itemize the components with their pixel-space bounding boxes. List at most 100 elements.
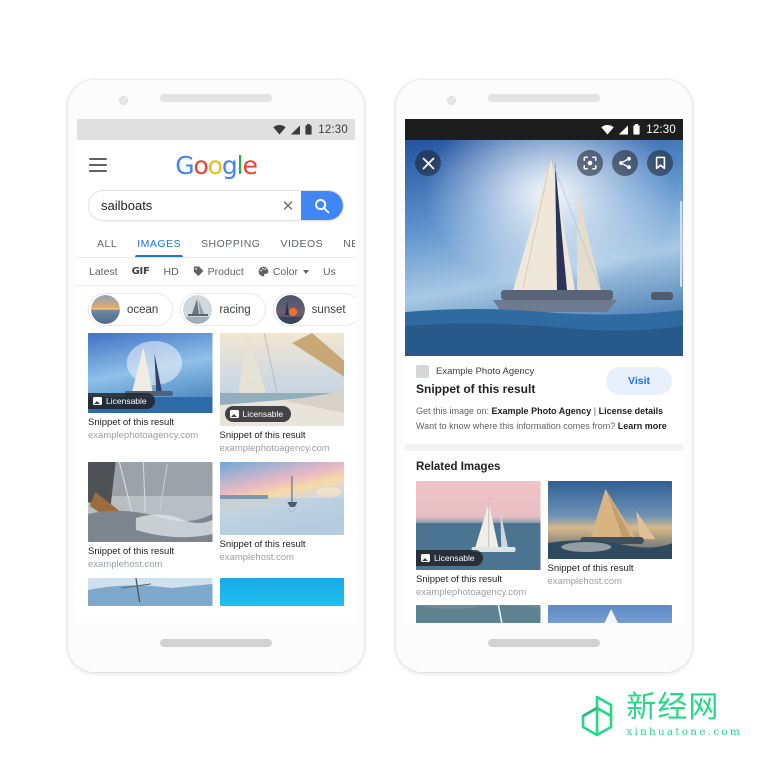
phone-right: 12:30 Example Photo Agency Snippet of th… <box>396 80 692 672</box>
result-snippet: Snippet of this result <box>416 573 503 585</box>
agency-link[interactable]: Example Photo Agency <box>492 406 592 416</box>
result-thumbnail[interactable] <box>88 577 213 606</box>
phone-top-bezel <box>68 80 364 119</box>
related-images-section: Related Images Licensable Snippet of thi… <box>405 450 683 623</box>
image-results-grid: Licensable Snippet of this result exampl… <box>77 333 355 606</box>
result-thumbnail[interactable]: Licensable <box>88 333 213 413</box>
logo-letter: o <box>207 150 223 180</box>
tab-shopping[interactable]: SHOPPING <box>191 238 270 257</box>
filter-usage[interactable]: Us <box>323 266 336 278</box>
image-result[interactable]: Licensable Snippet of this result exampl… <box>88 333 213 455</box>
chip-sunset[interactable]: sunset <box>272 293 355 326</box>
search-button[interactable] <box>301 191 343 220</box>
bookmark-icon <box>655 156 665 170</box>
tab-all[interactable]: ALL <box>87 238 127 257</box>
related-search-chips: ocean racing sunset <box>77 286 355 333</box>
chip-thumbnail <box>91 295 120 324</box>
search-header: Google sailboats ✕ ALL IMAGES SHOPPING V… <box>77 140 355 286</box>
result-source: examplehost.com <box>219 551 294 563</box>
result-thumbnail[interactable]: Licensable <box>416 480 541 570</box>
image-icon <box>421 553 430 562</box>
watermark-cn: 新经网 <box>626 690 720 725</box>
get-image-prefix: Get this image on: <box>416 406 492 416</box>
battery-icon <box>305 124 312 135</box>
signal-icon <box>291 125 301 134</box>
related-image-result[interactable]: Snippet of this result examplehost.com <box>547 480 672 599</box>
header-row: Google <box>77 147 355 183</box>
license-details-link[interactable]: License details <box>599 406 664 416</box>
learn-more-link[interactable]: Learn more <box>618 421 667 431</box>
phone-left: 12:30 Google sailboats ✕ ALL IMAGES SHOP… <box>68 80 364 672</box>
watermark: 新经网 xinhuatone.com <box>577 693 742 738</box>
close-icon <box>422 157 434 169</box>
agency-favicon <box>416 365 429 378</box>
result-thumbnail[interactable] <box>219 577 344 606</box>
filter-gif[interactable]: GIF <box>132 266 150 277</box>
result-snippet: Snippet of this result <box>219 538 306 550</box>
save-button[interactable] <box>647 150 673 176</box>
scrollbar-thumb[interactable] <box>679 201 682 287</box>
earpiece-speaker <box>488 94 600 102</box>
filter-hd[interactable]: HD <box>163 266 178 278</box>
viewer-toolbar <box>405 148 683 178</box>
snippet-title: Snippet of this result <box>416 382 536 396</box>
image-result[interactable]: Snippet of this result examplehost.com <box>88 461 213 571</box>
result-thumbnail[interactable] <box>416 605 541 623</box>
result-thumbnail[interactable]: Licensable <box>219 333 344 426</box>
earpiece-speaker <box>160 94 272 102</box>
bottom-speaker <box>488 639 600 647</box>
status-bar-time: 12:30 <box>318 123 348 136</box>
google-logo: Google <box>175 150 258 180</box>
filter-product[interactable]: Product <box>193 266 244 278</box>
visit-button[interactable]: Visit <box>606 367 672 395</box>
related-image-partial[interactable] <box>547 605 672 623</box>
tab-videos[interactable]: VIDEOS <box>270 238 333 257</box>
image-result-partial[interactable] <box>219 577 344 606</box>
status-bar: 12:30 <box>77 119 355 140</box>
front-camera-icon <box>119 96 128 105</box>
watermark-text: 新经网 xinhuatone.com <box>626 690 742 739</box>
search-tabs: ALL IMAGES SHOPPING VIDEOS NEWS <box>77 228 355 258</box>
search-box[interactable]: sailboats ✕ <box>88 190 344 221</box>
close-button[interactable] <box>415 150 441 176</box>
chevron-down-icon <box>302 269 309 274</box>
chip-label: sunset <box>311 303 346 316</box>
info-source-prefix: Want to know where this information come… <box>416 420 618 431</box>
battery-icon <box>633 124 640 135</box>
attribution-panel: Example Photo Agency Snippet of this res… <box>405 356 683 444</box>
result-thumbnail[interactable] <box>88 461 213 542</box>
filter-color[interactable]: Color <box>258 266 309 278</box>
result-source: examplehost.com <box>547 575 622 587</box>
chip-label: racing <box>219 303 251 316</box>
chip-label: ocean <box>127 303 159 316</box>
tag-icon <box>193 266 204 277</box>
image-result-partial[interactable] <box>88 577 213 606</box>
chip-racing[interactable]: racing <box>180 293 266 326</box>
related-image-partial[interactable] <box>416 605 541 623</box>
lens-button[interactable] <box>577 150 603 176</box>
result-thumbnail[interactable] <box>547 480 672 559</box>
related-image-result[interactable]: Licensable Snippet of this result exampl… <box>416 480 541 599</box>
chip-ocean[interactable]: ocean <box>88 293 174 326</box>
search-input[interactable]: sailboats <box>89 198 275 213</box>
image-result[interactable]: Licensable Snippet of this result exampl… <box>219 333 344 455</box>
tab-images[interactable]: IMAGES <box>127 238 191 257</box>
result-snippet: Snippet of this result <box>219 430 306 441</box>
image-result[interactable]: Snippet of this result examplehost.com <box>219 461 344 571</box>
phone-bottom-bezel <box>396 623 692 672</box>
share-button[interactable] <box>612 150 638 176</box>
search-icon <box>315 198 330 213</box>
result-thumbnail[interactable] <box>547 605 672 623</box>
clear-search-icon[interactable]: ✕ <box>275 197 301 215</box>
licensable-badge: Licensable <box>88 393 155 409</box>
filter-latest[interactable]: Latest <box>89 266 118 278</box>
hamburger-icon[interactable] <box>89 158 107 172</box>
palette-icon <box>258 266 269 277</box>
logo-letter: e <box>242 150 258 180</box>
left-screen: 12:30 Google sailboats ✕ ALL IMAGES SHOP… <box>77 119 355 623</box>
front-camera-icon <box>447 96 456 105</box>
section-divider <box>405 443 683 451</box>
image-viewer <box>405 140 683 356</box>
result-thumbnail[interactable] <box>219 461 344 535</box>
tab-news[interactable]: NEWS <box>333 238 355 257</box>
